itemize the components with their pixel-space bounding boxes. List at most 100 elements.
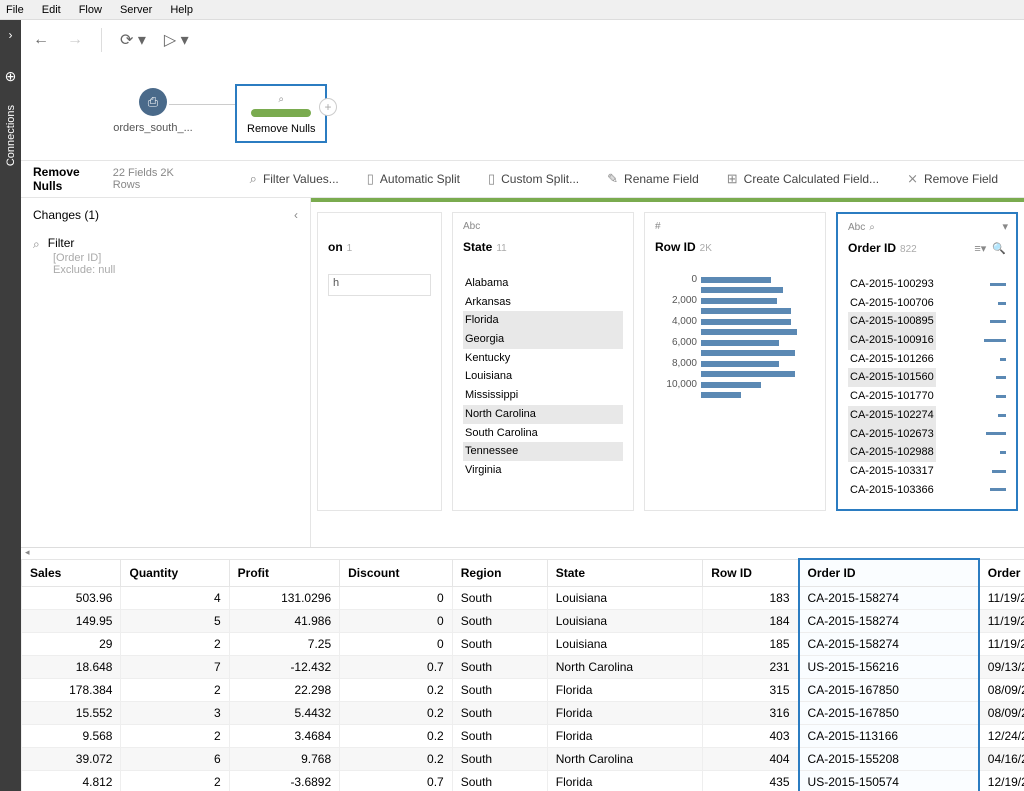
cell[interactable]: 316 (703, 702, 799, 725)
value-item[interactable]: CA-2015-102673 (848, 425, 1006, 444)
cell[interactable]: South (452, 725, 547, 748)
cell[interactable]: South (452, 610, 547, 633)
histogram-bar[interactable]: 10,000 (655, 379, 815, 390)
col-sales[interactable]: Sales (22, 559, 121, 587)
value-item[interactable]: CA-2015-101266 (848, 350, 1006, 369)
histogram-bar[interactable]: 2,000 (655, 295, 815, 306)
cell[interactable]: 18.648 (22, 656, 121, 679)
table-row[interactable]: 2927.250SouthLouisiana185CA-2015-1582741… (22, 633, 1024, 656)
value-item[interactable]: Virginia (463, 461, 623, 480)
cell[interactable]: 0.7 (340, 771, 453, 791)
data-grid[interactable]: ◂ Sales Quantity Profit Discount Region … (21, 548, 1024, 791)
cell[interactable]: 12/24/2 (979, 725, 1024, 748)
forward-icon[interactable]: → (67, 31, 83, 49)
cell[interactable]: 2 (121, 771, 229, 791)
col-state[interactable]: State (547, 559, 702, 587)
custom-split-button[interactable]: ▯Custom Split... (474, 171, 593, 187)
cell[interactable]: CA-2015-167850 (799, 702, 979, 725)
change-item-filter[interactable]: ⌕ Filter (33, 236, 298, 252)
back-icon[interactable]: ← (33, 31, 49, 49)
profile-card-rowid[interactable]: # Row ID2K 02,0004,0006,0008,00010,000 (644, 212, 826, 511)
histogram-bar[interactable]: 6,000 (655, 337, 815, 348)
cell[interactable]: 9.768 (229, 748, 339, 771)
menu-flow[interactable]: Flow (79, 4, 102, 16)
cell[interactable]: 131.0296 (229, 587, 339, 610)
automatic-split-button[interactable]: ▯Automatic Split (353, 171, 474, 187)
cell[interactable]: Florida (547, 679, 702, 702)
table-row[interactable]: 9.56823.46840.2SouthFlorida403CA-2015-11… (22, 725, 1024, 748)
cell[interactable]: 178.384 (22, 679, 121, 702)
cell[interactable]: Louisiana (547, 587, 702, 610)
profile-card-state[interactable]: Abc State11 AlabamaArkansasFloridaGeorgi… (452, 212, 634, 511)
col-rowid[interactable]: Row ID (703, 559, 799, 587)
cell[interactable]: 7.25 (229, 633, 339, 656)
value-item[interactable]: Kentucky (463, 349, 623, 368)
table-row[interactable]: 503.964131.02960SouthLouisiana183CA-2015… (22, 587, 1024, 610)
cell[interactable]: 315 (703, 679, 799, 702)
clean-node-remove-nulls[interactable]: ⌕ Remove Nulls (235, 84, 327, 143)
value-item[interactable]: CA-2015-100706 (848, 294, 1006, 313)
cell[interactable]: 0.2 (340, 748, 453, 771)
cell[interactable]: 3.4684 (229, 725, 339, 748)
histogram-bar[interactable] (655, 308, 815, 314)
cell[interactable]: North Carolina (547, 656, 702, 679)
cell[interactable]: 6 (121, 748, 229, 771)
cell[interactable]: Florida (547, 702, 702, 725)
value-item[interactable]: CA-2015-101560 (848, 368, 1006, 387)
histogram-bar[interactable]: 4,000 (655, 316, 815, 327)
col-orderid[interactable]: Order ID (799, 559, 979, 587)
cell[interactable]: CA-2015-158274 (799, 587, 979, 610)
menu-help[interactable]: Help (170, 4, 193, 16)
col-profit[interactable]: Profit (229, 559, 339, 587)
expand-rail-icon[interactable]: › (9, 28, 13, 42)
cell[interactable]: Louisiana (547, 633, 702, 656)
cell[interactable]: South (452, 633, 547, 656)
cell[interactable]: 39.072 (22, 748, 121, 771)
table-row[interactable]: 178.384222.2980.2SouthFlorida315CA-2015-… (22, 679, 1024, 702)
value-item[interactable]: CA-2015-100916 (848, 331, 1006, 350)
cell[interactable]: South (452, 702, 547, 725)
cell[interactable]: US-2015-156216 (799, 656, 979, 679)
table-row[interactable]: 149.95541.9860SouthLouisiana184CA-2015-1… (22, 610, 1024, 633)
cell[interactable]: 231 (703, 656, 799, 679)
cell[interactable]: South (452, 656, 547, 679)
value-item[interactable]: Florida (463, 311, 623, 330)
value-item[interactable]: Louisiana (463, 367, 623, 386)
cell[interactable]: CA-2015-158274 (799, 633, 979, 656)
cell[interactable]: 404 (703, 748, 799, 771)
cell[interactable]: 149.95 (22, 610, 121, 633)
cell[interactable]: 0.7 (340, 656, 453, 679)
cell[interactable]: 4 (121, 587, 229, 610)
cell[interactable]: 0.2 (340, 702, 453, 725)
collapse-changes-icon[interactable]: ‹ (294, 208, 298, 222)
cell[interactable]: CA-2015-155208 (799, 748, 979, 771)
profile-card-orderid[interactable]: Abc ⌕ ▾ Order ID822 ≡▾ 🔍 CA-2015-100293C… (836, 212, 1018, 511)
cell[interactable]: 9.568 (22, 725, 121, 748)
scroll-left-icon[interactable]: ◂ (25, 548, 30, 558)
histogram-bar[interactable] (655, 371, 815, 377)
cell[interactable]: Louisiana (547, 610, 702, 633)
value-item[interactable]: CA-2015-101770 (848, 387, 1006, 406)
cell[interactable]: CA-2015-167850 (799, 679, 979, 702)
cell[interactable]: 0 (340, 610, 453, 633)
cell[interactable]: US-2015-150574 (799, 771, 979, 791)
histogram-bar[interactable] (655, 350, 815, 356)
histogram[interactable]: 02,0004,0006,0008,00010,000 (655, 274, 815, 398)
cell[interactable]: 4.812 (22, 771, 121, 791)
sort-icon[interactable]: ≡▾ (974, 242, 986, 255)
cell[interactable]: Florida (547, 725, 702, 748)
col-quantity[interactable]: Quantity (121, 559, 229, 587)
cell[interactable]: 3 (121, 702, 229, 725)
value-item[interactable]: Alabama (463, 274, 623, 293)
table-row[interactable]: 18.6487-12.4320.7SouthNorth Carolina231U… (22, 656, 1024, 679)
cell[interactable]: -3.6892 (229, 771, 339, 791)
cell[interactable]: 435 (703, 771, 799, 791)
flow-canvas[interactable]: ⎙ orders_south_... ⌕ Remove Nulls + (21, 60, 1024, 160)
value-item[interactable]: CA-2015-103366 (848, 481, 1006, 500)
cell[interactable]: 15.552 (22, 702, 121, 725)
cell[interactable]: 5.4432 (229, 702, 339, 725)
rename-field-button[interactable]: ✎Rename Field (593, 171, 713, 187)
value-item[interactable]: CA-2015-100895 (848, 312, 1006, 331)
col-orderdate[interactable]: Order I (979, 559, 1024, 587)
cell[interactable]: 183 (703, 587, 799, 610)
